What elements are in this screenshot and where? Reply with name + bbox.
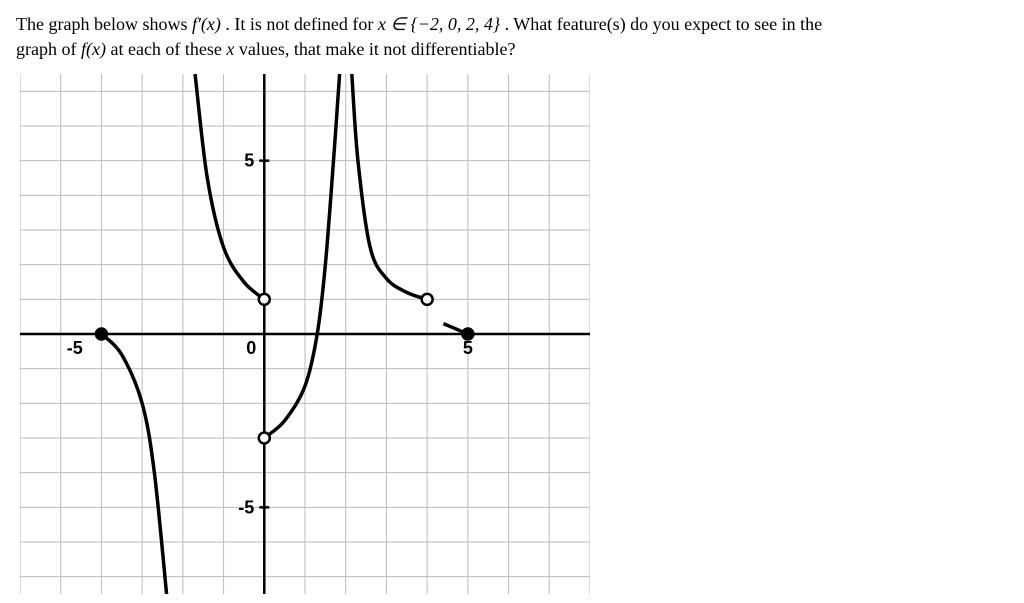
chart-svg: -5 0 5 -5 5 — [20, 74, 590, 594]
q-text-4: graph of — [16, 39, 81, 59]
curve — [195, 74, 264, 299]
marker-open — [259, 294, 270, 305]
q-text-5: at each of these — [110, 39, 226, 59]
curve — [264, 74, 339, 438]
x-tick-label: -5 — [67, 338, 83, 358]
q-text-2: . It is not defined for — [225, 14, 377, 34]
y-tick-label: 5 — [244, 151, 254, 171]
question-text: The graph below shows f′(x) . It is not … — [16, 12, 1008, 62]
q-xvar: x — [226, 39, 234, 59]
q-xset: x ∈ {−2, 0, 2, 4} — [378, 14, 500, 34]
q-text-3: . What feature(s) do you expect to see i… — [505, 14, 823, 34]
curve — [101, 334, 166, 594]
q-fprime: f′(x) — [192, 14, 221, 34]
q-fx: f(x) — [81, 39, 106, 59]
x-tick-label: 0 — [246, 338, 256, 358]
marker-closed — [96, 329, 107, 340]
q-text-1: The graph below shows — [16, 14, 192, 34]
q-text-6: values, that make it not differentiable? — [239, 39, 516, 59]
marker-open — [422, 294, 433, 305]
graph-container: -5 0 5 -5 5 — [20, 74, 1008, 594]
y-tick-label: -5 — [238, 498, 254, 518]
marker-open — [259, 433, 270, 444]
curve — [352, 74, 427, 299]
x-tick-label: 5 — [463, 338, 473, 358]
